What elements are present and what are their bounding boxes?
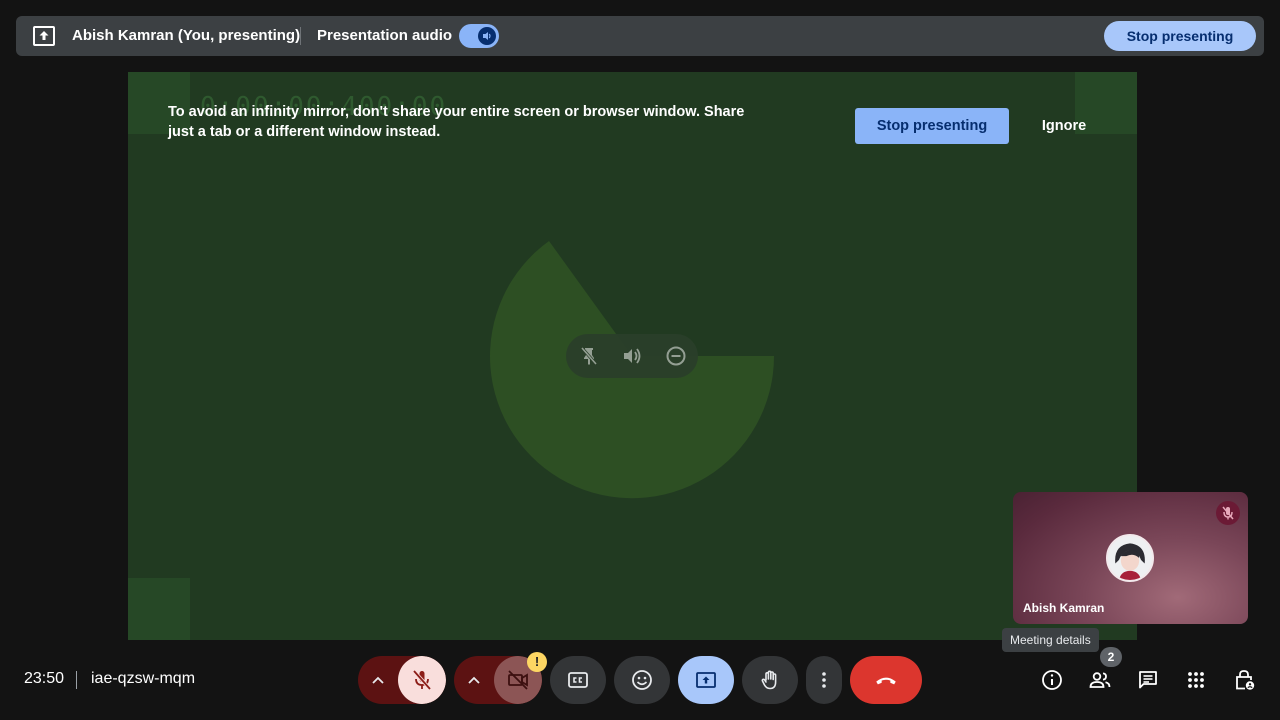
leave-call-button[interactable] (850, 656, 922, 704)
self-view-tile[interactable]: Abish Kamran (1013, 492, 1248, 624)
host-controls-button[interactable] (1228, 664, 1260, 696)
participant-count-badge: 2 (1100, 647, 1122, 667)
more-options-button[interactable] (806, 656, 842, 704)
apps-grid-icon (1188, 672, 1204, 688)
activities-button[interactable] (1180, 664, 1212, 696)
chat-icon (1139, 671, 1157, 689)
meeting-details-button[interactable] (1036, 664, 1068, 696)
video-options-button[interactable] (454, 656, 498, 704)
present-to-all-icon (696, 672, 716, 688)
camera-warning-badge: ! (527, 652, 547, 672)
mic-off-icon (412, 669, 432, 691)
presentation-audio-toggle[interactable] (459, 24, 499, 48)
presenter-label: Abish Kamran (You, presenting) (72, 27, 301, 44)
hand-icon (761, 670, 777, 690)
avatar (1106, 534, 1154, 582)
chevron-up-icon (372, 676, 384, 684)
closed-captions-icon (568, 672, 588, 688)
divider (76, 671, 77, 689)
meeting-details-tooltip: Meeting details (1002, 628, 1099, 652)
tile-controls (566, 334, 698, 378)
mic-off-icon (1216, 501, 1240, 525)
raise-hand-button[interactable] (742, 656, 798, 704)
send-reaction-button[interactable] (614, 656, 670, 704)
lock-person-icon (1236, 670, 1255, 690)
shared-screen: 0:00:00:400:00 To avoid an infinity mirr… (128, 72, 1137, 640)
remove-icon[interactable] (665, 345, 687, 367)
self-view-name: Abish Kamran (1023, 601, 1105, 615)
present-now-button[interactable] (678, 656, 734, 704)
stop-presenting-button[interactable]: Stop presenting (1104, 21, 1256, 51)
people-button[interactable] (1084, 664, 1116, 696)
chat-button[interactable] (1132, 664, 1164, 696)
volume-icon[interactable] (621, 345, 643, 367)
chevron-up-icon (468, 676, 480, 684)
call-end-icon (876, 677, 896, 685)
audio-options-button[interactable] (358, 656, 402, 704)
mic-control-group (358, 656, 446, 704)
volume-icon (478, 27, 496, 45)
captions-button[interactable] (550, 656, 606, 704)
present-to-all-icon (33, 26, 55, 46)
emoji-icon (632, 670, 652, 690)
divider (300, 27, 301, 45)
presentation-audio-label: Presentation audio (317, 27, 453, 44)
meeting-code: iae-qzsw-mqm (91, 670, 196, 687)
ignore-button[interactable]: Ignore (1028, 108, 1100, 144)
mic-toggle-button[interactable] (398, 656, 446, 704)
camera-off-icon (508, 670, 528, 690)
infinity-mirror-warning: To avoid an infinity mirror, don't share… (168, 104, 745, 140)
current-time: 23:50 (24, 670, 65, 687)
info-icon (1042, 670, 1062, 690)
banner-stop-presenting-button[interactable]: Stop presenting (855, 108, 1009, 144)
presenting-bar: Abish Kamran (You, presenting) Presentat… (16, 16, 1264, 56)
more-vert-icon (822, 672, 826, 688)
people-icon (1089, 672, 1111, 688)
unpin-icon[interactable] (578, 345, 600, 367)
